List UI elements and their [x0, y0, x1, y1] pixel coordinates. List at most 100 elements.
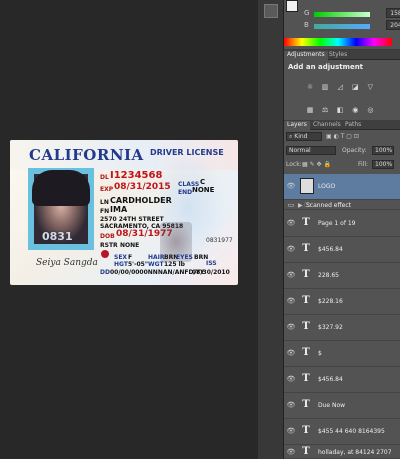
layer-name: $456.84	[318, 246, 343, 253]
document-canvas[interactable]: CALIFORNIA DRIVER LICENSE 0831 DL I12345…	[0, 0, 250, 459]
adjustments-title: Add an adjustment	[288, 63, 364, 71]
layer-name: LOGO	[318, 183, 336, 190]
slider-blue[interactable]: B 204	[304, 20, 400, 30]
layer-name: $456.84	[318, 376, 343, 383]
visibility-eye-icon[interactable]: 👁	[286, 245, 296, 253]
layer-row[interactable]: 👁 T $327.92	[284, 315, 400, 341]
color-balance-icon[interactable]: ⚖	[321, 106, 329, 114]
channel-mixer-icon[interactable]: ◎	[366, 106, 374, 114]
color-panel: G 158 B 204	[284, 0, 400, 50]
visibility-eye-icon[interactable]: 👁	[286, 323, 296, 331]
layer-name: Scanned effect	[306, 202, 351, 209]
photo-hair	[32, 170, 90, 206]
dd-value: 00/00/0000NNNAN/ANFD/YY	[110, 269, 205, 276]
end-label: END	[178, 189, 193, 196]
vibrance-icon[interactable]: ▽	[366, 83, 374, 91]
opacity-label: Opacity:	[342, 147, 367, 154]
wgt-label: WGT	[148, 261, 164, 268]
tab-paths[interactable]: Paths	[342, 121, 364, 128]
eyes-label: EYES	[176, 254, 193, 261]
card-state: CALIFORNIA	[29, 146, 144, 164]
slider-blue-value[interactable]: 204	[386, 20, 400, 30]
photo-filter-icon[interactable]: ◉	[351, 106, 359, 114]
visibility-eye-icon[interactable]: 👁	[286, 427, 296, 435]
adjustments-tabs: Adjustments Styles	[284, 50, 400, 61]
color-spectrum[interactable]	[284, 38, 392, 46]
last-name: CARDHOLDER	[110, 196, 172, 205]
wgt-value: 125 lb	[164, 261, 185, 268]
photoshop-window: CALIFORNIA DRIVER LICENSE 0831 DL I12345…	[0, 0, 400, 459]
layer-thumbnail	[300, 178, 314, 194]
exposure-icon[interactable]: ◪	[351, 83, 359, 91]
tab-adjustments[interactable]: Adjustments	[284, 51, 328, 61]
layer-name: $	[318, 350, 322, 357]
sex-value: F	[128, 254, 133, 261]
slider-green-label: G	[304, 9, 310, 17]
layer-row[interactable]: 👁 T $455 44 640 8164395	[284, 419, 400, 445]
slider-blue-track[interactable]	[314, 24, 370, 29]
layer-row[interactable]: 👁 T Due Now	[284, 393, 400, 419]
layers-controls: ⌕ Kind ▣ ◐ T ▢ ⊡ Normal Opacity: 100% Lo…	[284, 130, 400, 174]
fill-input[interactable]: 100%	[372, 160, 394, 169]
visibility-eye-icon[interactable]: 👁	[286, 297, 296, 305]
slider-green-value[interactable]: 158	[386, 8, 400, 18]
lock-label: Lock:	[286, 161, 302, 168]
visibility-eye-icon[interactable]: 👁	[286, 271, 296, 279]
iss-value: 08/30/2010	[192, 269, 230, 276]
rstr-value: NONE	[120, 242, 140, 249]
layer-name: Page 1 of 19	[318, 220, 356, 227]
end-value: NONE	[192, 186, 215, 194]
slider-green-track[interactable]	[314, 12, 370, 17]
layer-row[interactable]: 👁 T $456.84	[284, 367, 400, 393]
slider-green[interactable]: G 158	[304, 8, 400, 18]
blend-mode-dropdown[interactable]: Normal	[286, 146, 336, 155]
hue-saturation-icon[interactable]: ▦	[306, 106, 314, 114]
slider-blue-label: B	[304, 21, 309, 29]
panel-toggle-icon[interactable]	[264, 4, 278, 18]
class-value: C	[200, 178, 206, 186]
layer-row[interactable]: 👁 T $	[284, 341, 400, 367]
layer-name: $455 44 640 8164395	[318, 428, 385, 435]
brightness-icon[interactable]: ☼	[306, 83, 314, 91]
visibility-eye-icon[interactable]: 👁	[286, 349, 296, 357]
visibility-eye-icon[interactable]: 👁	[286, 219, 296, 227]
right-panels: G 158 B 204 Adjustments Styles Add an ad…	[284, 0, 400, 459]
layer-row[interactable]: 👁 T $456.84	[284, 237, 400, 263]
layer-row[interactable]: 👁 T Page 1 of 19	[284, 211, 400, 237]
layer-row[interactable]: 👁 T $228.16	[284, 289, 400, 315]
dl-label: DL	[100, 174, 109, 181]
opacity-input[interactable]: 100%	[372, 146, 394, 155]
visibility-eye-icon[interactable]: ▭	[286, 201, 296, 209]
layers-tabs: Layers Channels Paths	[284, 120, 400, 131]
foreground-swatch[interactable]	[286, 0, 298, 12]
dd-label: DD	[100, 269, 110, 276]
levels-icon[interactable]: ▥	[321, 83, 329, 91]
text-layer-icon: T	[302, 373, 310, 384]
kind-filter-label: Kind	[294, 133, 308, 140]
dob-label: DOB	[100, 233, 115, 240]
visibility-eye-icon[interactable]: 👁	[286, 401, 296, 409]
tab-channels[interactable]: Channels	[310, 121, 344, 128]
layer-group-row[interactable]: ▭ ▶ 🗀 Scanned effect	[284, 200, 400, 210]
filter-icons[interactable]: ▣ ◐ T ▢ ⊡	[326, 133, 359, 140]
layer-row[interactable]: 👁 LOGO	[284, 174, 400, 200]
black-white-icon[interactable]: ◧	[336, 106, 344, 114]
blend-row: Normal Opacity: 100%	[284, 146, 400, 158]
license-card-image[interactable]: CALIFORNIA DRIVER LICENSE 0831 DL I12345…	[10, 140, 238, 285]
layer-row[interactable]: 👁 T 228.65	[284, 263, 400, 289]
address-line-1: 2570 24TH STREET	[100, 216, 164, 223]
tab-styles[interactable]: Styles	[326, 51, 350, 58]
layer-row[interactable]: 👁 T holladay, at 84124 2707	[284, 445, 400, 459]
visibility-eye-icon[interactable]: 👁	[286, 448, 296, 456]
layer-name: $327.92	[318, 324, 343, 331]
kind-filter-dropdown[interactable]: ⌕ Kind	[286, 132, 322, 141]
card-photo: 0831	[28, 168, 94, 250]
panel-icon-strip	[258, 0, 284, 459]
curves-icon[interactable]: ◿	[336, 83, 344, 91]
visibility-eye-icon[interactable]: 👁	[286, 182, 296, 190]
visibility-eye-icon[interactable]: 👁	[286, 375, 296, 383]
fill-label: Fill:	[358, 161, 369, 168]
text-layer-icon: T	[302, 269, 310, 280]
lock-icons[interactable]: ▦ ✎ ✥ 🔒	[302, 161, 331, 168]
text-layer-icon: T	[302, 347, 310, 358]
